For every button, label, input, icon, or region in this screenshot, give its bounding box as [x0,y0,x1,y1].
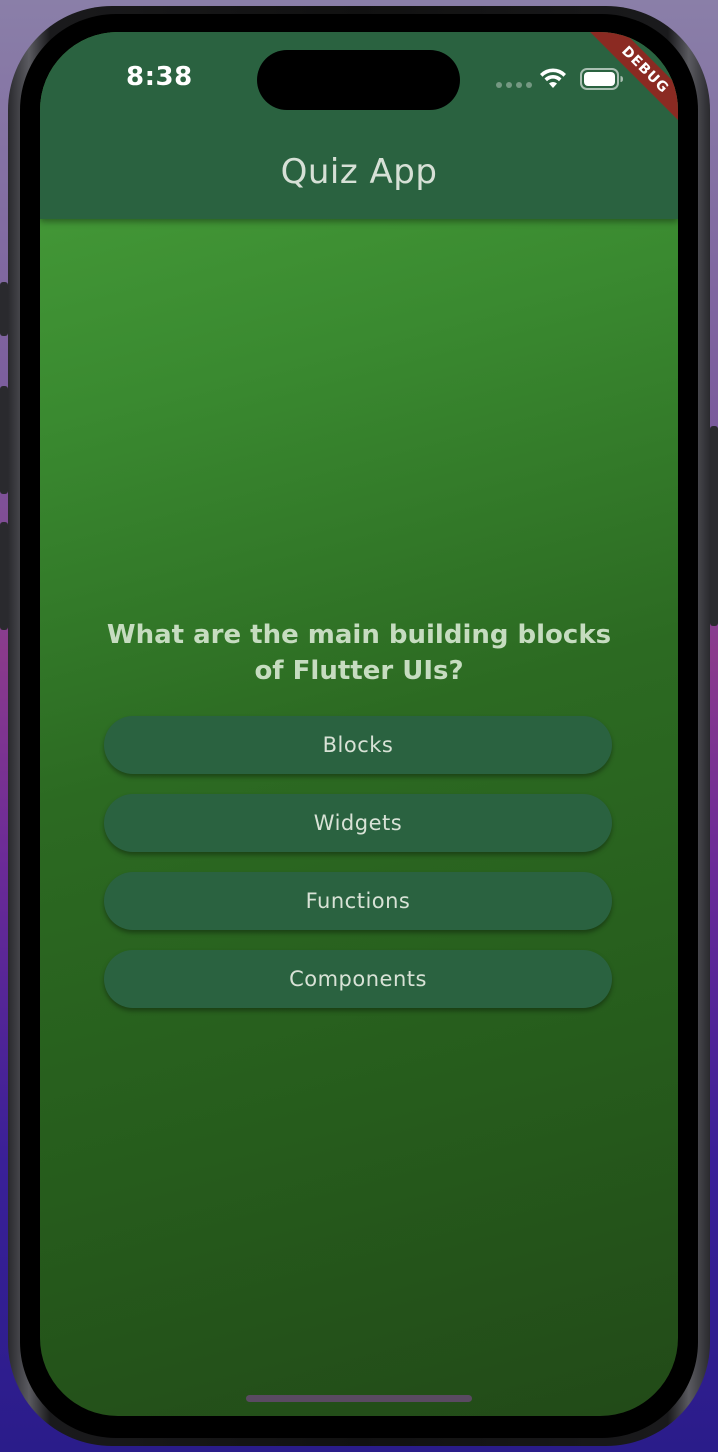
answer-button-blocks[interactable]: Blocks [104,716,612,774]
home-indicator[interactable] [246,1395,472,1402]
power-button [710,426,718,626]
question-text: What are the main building blocks of Flu… [106,620,612,686]
answer-button-functions[interactable]: Functions [104,872,612,930]
volume-down-button [0,522,8,630]
answer-button-components[interactable]: Components [104,950,612,1008]
action-button [0,282,8,336]
app-bar: 8:38 Quiz App [40,32,678,219]
status-time: 8:38 [126,62,193,92]
wifi-icon [540,68,566,88]
volume-up-button [0,386,8,494]
app-title: Quiz App [280,152,438,192]
app-screen: 8:38 Quiz App DEBUG What are the main bu… [40,32,678,1416]
answer-button-widgets[interactable]: Widgets [104,794,612,852]
dynamic-island [257,50,460,110]
battery-icon [580,68,623,90]
cellular-signal-icon [496,82,532,88]
